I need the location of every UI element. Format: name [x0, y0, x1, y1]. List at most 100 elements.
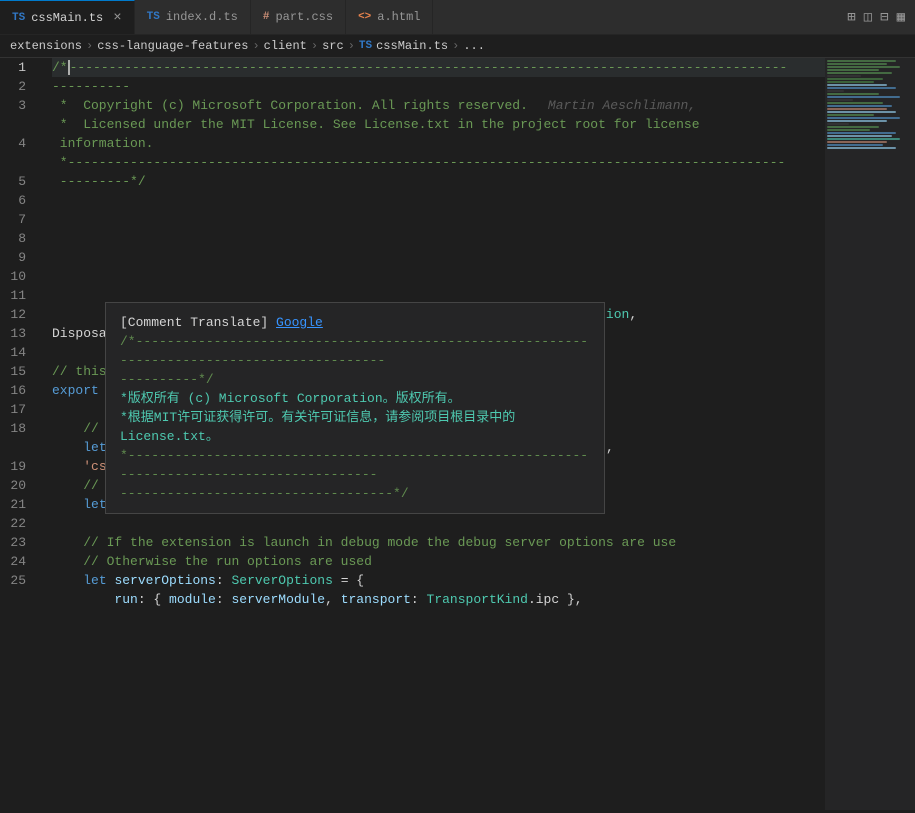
- minimap-line: [827, 63, 887, 65]
- minimap-line: [827, 123, 849, 125]
- line-num-10: 10: [0, 267, 34, 286]
- line-num-24: 24: [0, 552, 34, 571]
- code-token: ,: [606, 438, 614, 457]
- translate-content: *---------------------------------------…: [120, 448, 588, 482]
- minimap-line: [827, 117, 900, 119]
- tab-cssmain[interactable]: TS cssMain.ts ×: [0, 0, 135, 34]
- breadcrumb-ellipsis[interactable]: ...: [463, 39, 485, 53]
- code-token: ----------------------------------------…: [70, 58, 788, 77]
- code-token: :: [216, 590, 232, 609]
- line-num-14: 14: [0, 343, 34, 362]
- line-numbers: 1 2 3 4 5 6 7 8 9 10 11 12 13 14 15 16 1…: [0, 58, 42, 810]
- translate-popup-header: [Comment Translate]: [120, 315, 276, 330]
- code-token: :: [411, 590, 427, 609]
- tab-ahtml-label: a.html: [377, 10, 420, 24]
- minimap-line: [827, 66, 900, 68]
- minimap-line: [827, 102, 883, 104]
- code-token: [52, 533, 83, 552]
- tab-indexd-label: index.d.ts: [166, 10, 238, 24]
- code-area[interactable]: /*--------------------------------------…: [42, 58, 825, 810]
- line-num-2: 2: [0, 77, 34, 96]
- split-editor-icon[interactable]: ⊞: [847, 9, 855, 26]
- code-token: /*: [52, 58, 68, 77]
- line-num-16: 16: [0, 381, 34, 400]
- line-num-3b: [0, 115, 34, 134]
- more-icon[interactable]: ⊟: [880, 9, 888, 26]
- tab-cssmain-label: cssMain.ts: [31, 11, 103, 25]
- code-line-3: * Licensed under the MIT License. See Li…: [52, 115, 825, 134]
- breadcrumb-extensions[interactable]: extensions: [10, 39, 82, 53]
- line-num-22: 22: [0, 514, 34, 533]
- line-num-20: 20: [0, 476, 34, 495]
- translate-popup: [Comment Translate] Google /*-----------…: [105, 302, 605, 514]
- translate-content: /*--------------------------------------…: [120, 334, 588, 368]
- line-num-23: 23: [0, 533, 34, 552]
- tab-bar: TS cssMain.ts × TS index.d.ts # part.css…: [0, 0, 915, 35]
- code-line-4: *---------------------------------------…: [52, 153, 825, 172]
- minimap-line: [827, 111, 896, 113]
- breadcrumb-src[interactable]: src: [322, 39, 344, 53]
- toggle-panel-icon[interactable]: ◫: [864, 9, 872, 26]
- code-token: ,: [325, 590, 341, 609]
- code-line-25: run: { module: serverModule, transport: …: [52, 590, 825, 609]
- tab-bar-actions: ⊞ ◫ ⊟ ▦: [847, 9, 915, 26]
- line-num-4: 4: [0, 134, 34, 153]
- minimap-line: [827, 147, 896, 149]
- code-line-1: /*--------------------------------------…: [52, 58, 825, 77]
- minimap-line: [827, 99, 853, 101]
- minimap-line: [827, 132, 896, 134]
- translate-content: *版权所有 (c) Microsoft Corporation。版权所有。: [120, 391, 461, 406]
- translate-popup-line-5: License.txt。: [120, 427, 590, 446]
- code-token: let: [83, 495, 106, 514]
- code-token: // Otherwise the run options are used: [83, 552, 372, 571]
- minimap-content: [825, 58, 915, 152]
- minimap-line: [827, 96, 900, 98]
- minimap-line: [827, 129, 870, 131]
- minimap-line: [827, 108, 887, 110]
- code-token: // If the extension is launch in debug m…: [83, 533, 676, 552]
- code-token: TransportKind: [427, 590, 528, 609]
- translate-popup-link[interactable]: Google: [276, 315, 323, 330]
- code-token: [52, 476, 83, 495]
- ts-icon: TS: [12, 12, 25, 24]
- code-line-23: // Otherwise the run options are used: [52, 552, 825, 571]
- breadcrumb-css-language-features[interactable]: css-language-features: [97, 39, 248, 53]
- minimap-line: [827, 90, 844, 92]
- line-num-6: 6: [0, 191, 34, 210]
- code-token: module: [169, 590, 216, 609]
- tab-ahtml[interactable]: <> a.html: [346, 0, 433, 34]
- tab-close-cssmain[interactable]: ×: [113, 10, 121, 26]
- layout-icon[interactable]: ▦: [897, 9, 905, 26]
- code-token: * Copyright (c) Microsoft Corporation. A…: [52, 96, 528, 115]
- code-token: [107, 571, 115, 590]
- code-token: ---------*/: [52, 172, 146, 191]
- breadcrumb-sep-1: ›: [86, 39, 93, 53]
- git-blame-2: Martin Aeschlimann,: [548, 96, 696, 115]
- code-line-24: let serverOptions: ServerOptions = {: [52, 571, 825, 590]
- line-num-21: 21: [0, 495, 34, 514]
- minimap-line: [827, 105, 892, 107]
- line-num-19: 19: [0, 457, 34, 476]
- code-token: let: [83, 438, 106, 457]
- code-token: export: [52, 381, 99, 400]
- code-line-22: // If the extension is launch in debug m…: [52, 533, 825, 552]
- line-num-13: 13: [0, 324, 34, 343]
- breadcrumb-sep-5: ›: [452, 39, 459, 53]
- code-line-9: [52, 267, 825, 286]
- tab-partcss[interactable]: # part.css: [251, 0, 346, 34]
- css-icon: #: [263, 11, 270, 23]
- code-token: [52, 495, 83, 514]
- code-token: * Licensed under the MIT License. See Li…: [52, 115, 700, 134]
- code-token: [52, 552, 83, 571]
- code-token: transport: [341, 590, 411, 609]
- code-line-3b: information.: [52, 134, 825, 153]
- tab-indexd[interactable]: TS index.d.ts: [135, 0, 251, 34]
- line-num-18b: [0, 438, 34, 457]
- minimap-line: [827, 87, 896, 89]
- code-token: [52, 419, 83, 438]
- tab-partcss-label: part.css: [275, 10, 333, 24]
- breadcrumb-client[interactable]: client: [264, 39, 307, 53]
- code-token: .ipc },: [528, 590, 583, 609]
- breadcrumb-filename[interactable]: cssMain.ts: [376, 39, 448, 53]
- translate-popup-line-6: *---------------------------------------…: [120, 446, 590, 484]
